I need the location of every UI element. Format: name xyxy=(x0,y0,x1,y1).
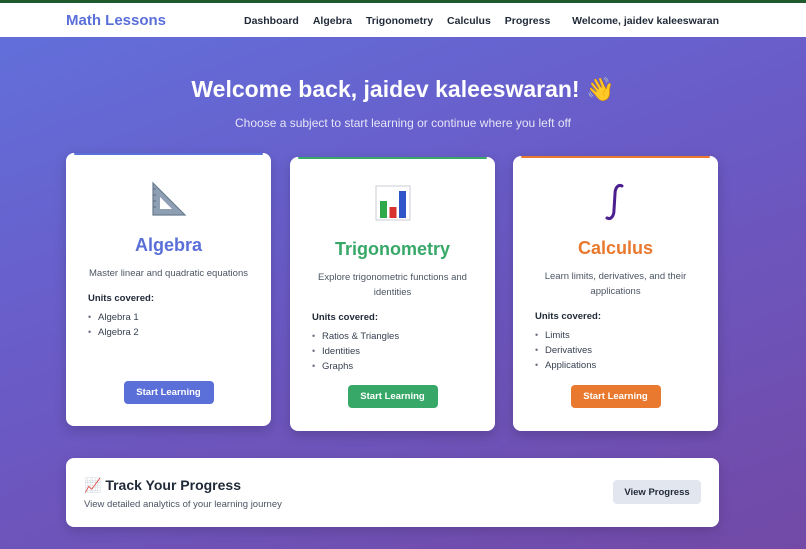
hero-subtitle: Choose a subject to start learning or co… xyxy=(235,116,571,130)
nav-calculus[interactable]: Calculus xyxy=(447,15,491,27)
bar-chart-icon xyxy=(375,185,410,221)
unit-item: Ratios & Triangles xyxy=(312,329,495,344)
nav-progress[interactable]: Progress xyxy=(505,15,551,27)
units-list: Ratios & Triangles Identities Graphs xyxy=(312,329,495,374)
brand-logo[interactable]: Math Lessons xyxy=(66,12,166,29)
card-accent-bar xyxy=(521,156,710,158)
main-nav: Dashboard Algebra Trigonometry Calculus … xyxy=(244,15,550,27)
card-description: Explore trigonometric functions and iden… xyxy=(318,272,467,298)
subject-card-calculus: Calculus Learn limits, derivatives, and … xyxy=(513,156,718,431)
card-description: Learn limits, derivatives, and their app… xyxy=(544,271,687,297)
start-learning-trigonometry-button[interactable]: Start Learning xyxy=(347,385,438,408)
start-learning-algebra-button[interactable]: Start Learning xyxy=(123,381,214,404)
top-navbar: Math Lessons Dashboard Algebra Trigonome… xyxy=(0,0,806,37)
units-list: Algebra 1 Algebra 2 xyxy=(88,310,271,340)
card-accent-bar xyxy=(74,153,263,155)
nav-trigonometry[interactable]: Trigonometry xyxy=(366,15,433,27)
card-accent-bar xyxy=(298,157,487,159)
units-section: Units covered: Limits Derivatives Applic… xyxy=(535,311,718,373)
units-title: Units covered: xyxy=(312,312,378,323)
card-title: Calculus xyxy=(577,238,654,258)
nav-algebra[interactable]: Algebra xyxy=(313,15,352,27)
units-section: Units covered: Algebra 1 Algebra 2 xyxy=(88,293,271,340)
unit-item: Applications xyxy=(535,358,718,373)
welcome-user: Welcome, jaidev kaleeswaran xyxy=(572,15,719,27)
unit-item: Algebra 2 xyxy=(88,325,271,340)
units-title: Units covered: xyxy=(88,293,154,304)
unit-item: Graphs xyxy=(312,359,495,374)
unit-item: Identities xyxy=(312,344,495,359)
integral-icon xyxy=(605,184,623,220)
card-description: Master linear and quadratic equations xyxy=(89,268,248,279)
card-title: Trigonometry xyxy=(334,239,450,259)
subject-card-trigonometry: Trigonometry Explore trigonometric funct… xyxy=(290,157,495,431)
start-learning-calculus-button[interactable]: Start Learning xyxy=(570,385,661,408)
unit-item: Derivatives xyxy=(535,343,718,358)
unit-item: Limits xyxy=(535,328,718,343)
card-title: Algebra xyxy=(134,235,203,255)
subject-card-algebra: Algebra Master linear and quadratic equa… xyxy=(66,153,271,426)
triangle-ruler-icon xyxy=(151,181,186,216)
nav-dashboard[interactable]: Dashboard xyxy=(244,15,299,27)
units-section: Units covered: Ratios & Triangles Identi… xyxy=(312,312,495,374)
unit-item: Algebra 1 xyxy=(88,310,271,325)
progress-subtitle: View detailed analytics of your learning… xyxy=(84,499,282,510)
units-list: Limits Derivatives Applications xyxy=(535,328,718,373)
hero-title: Welcome back, jaidev kaleeswaran! 👋 xyxy=(191,76,615,102)
track-progress-panel: 📈 Track Your Progress View detailed anal… xyxy=(66,458,719,527)
view-progress-button[interactable]: View Progress xyxy=(613,480,701,504)
progress-title: 📈 Track Your Progress xyxy=(84,477,241,493)
units-title: Units covered: xyxy=(535,311,601,322)
